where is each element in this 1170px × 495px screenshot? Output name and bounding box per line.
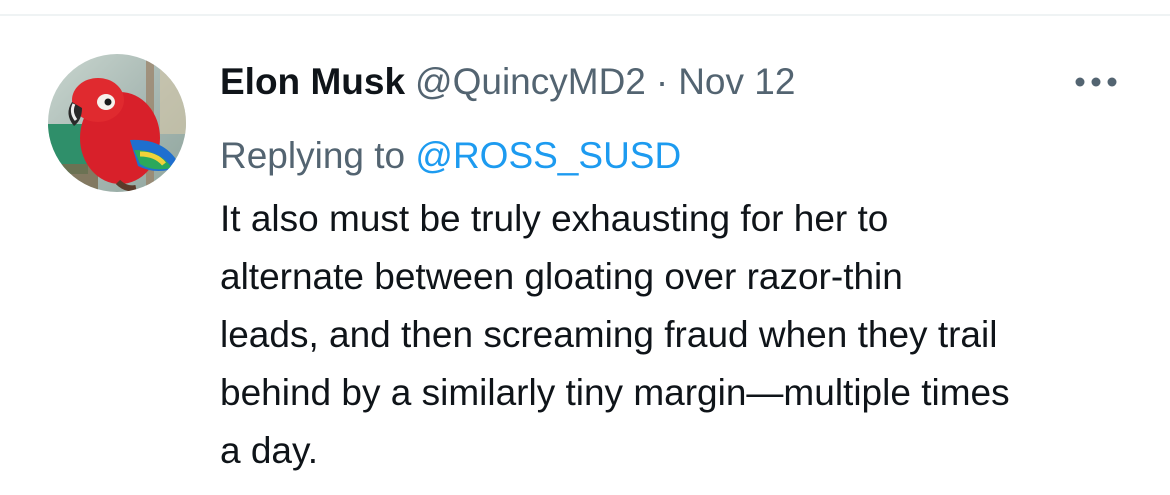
- more-dots-icon: [1075, 77, 1117, 87]
- replying-to-label: Replying to: [220, 135, 406, 176]
- tweet-text: It also must be truly exhausting for her…: [220, 190, 1140, 480]
- display-name[interactable]: Elon Musk: [220, 54, 405, 110]
- tweet-text-line: behind by a similarly tiny margin—multip…: [220, 372, 1010, 413]
- replying-to-line: Replying to @ROSS_SUSD: [220, 129, 681, 183]
- timestamp[interactable]: Nov 12: [678, 54, 795, 110]
- handle[interactable]: @QuincyMD2: [415, 54, 646, 110]
- separator: ·: [655, 61, 669, 102]
- reply-mention-link[interactable]: @ROSS_SUSD: [415, 135, 681, 176]
- tweet-header: Elon Musk @QuincyMD2 · Nov 12: [220, 54, 795, 110]
- tweet-text-line: It also must be truly exhausting for her…: [220, 198, 889, 239]
- avatar[interactable]: [48, 54, 186, 192]
- tweet-text-line: alternate between gloating over razor-th…: [220, 256, 903, 297]
- tweet-text-line: a day.: [220, 430, 319, 471]
- tweet[interactable]: Elon Musk @QuincyMD2 · Nov 12 Replying t…: [0, 16, 1170, 495]
- more-button[interactable]: [1068, 62, 1124, 102]
- parrot-avatar-icon: [48, 54, 186, 192]
- tweet-text-line: leads, and then screaming fraud when the…: [220, 314, 998, 355]
